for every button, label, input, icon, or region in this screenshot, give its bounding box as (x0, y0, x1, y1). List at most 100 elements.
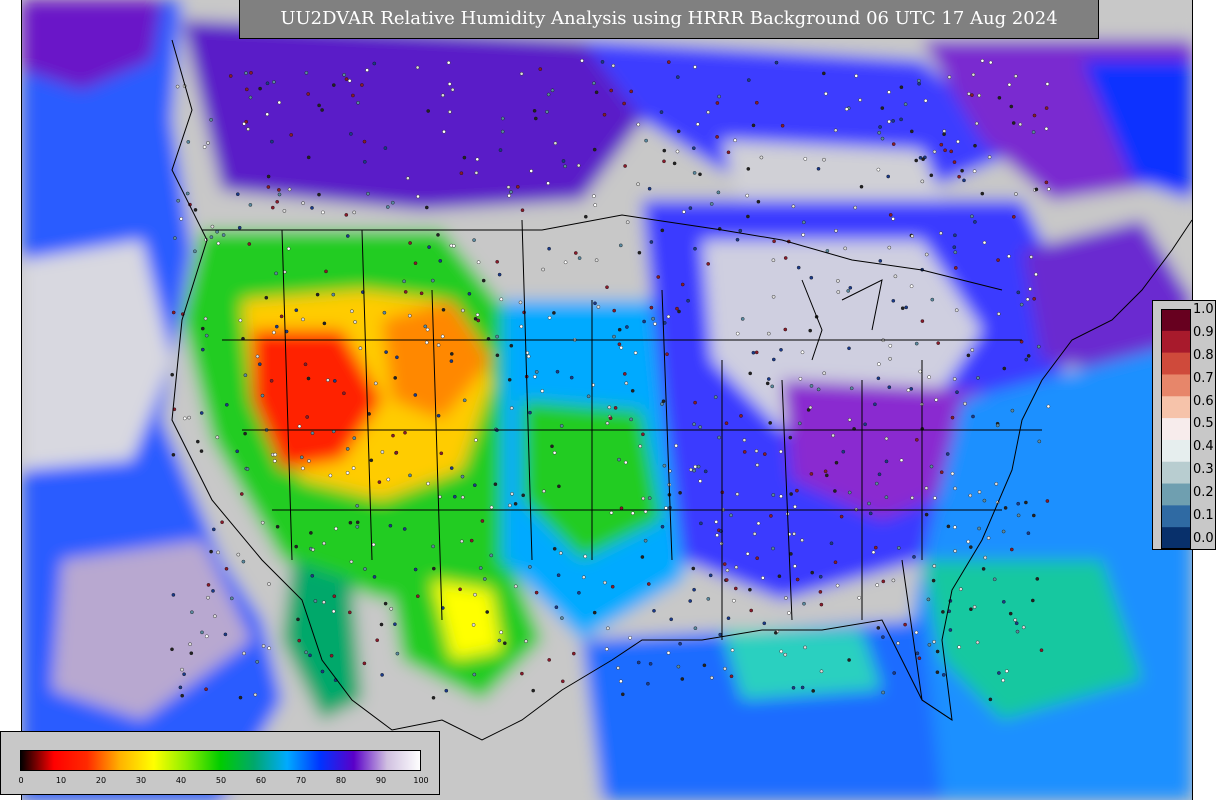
station-dot (242, 651, 246, 656)
station-dot (746, 167, 751, 171)
station-dot (482, 577, 487, 581)
station-dot (476, 260, 481, 265)
station-dot (200, 326, 205, 331)
station-dot (436, 413, 441, 418)
station-dot (915, 651, 920, 656)
station-dot (322, 321, 327, 326)
station-dot (611, 63, 616, 68)
station-dot (749, 608, 754, 613)
station-dot (761, 576, 765, 580)
station-dot (431, 544, 435, 549)
station-dot (317, 192, 321, 197)
station-dot (713, 395, 718, 399)
station-dot (560, 616, 564, 620)
station-dot (996, 258, 1000, 262)
station-dot (266, 185, 271, 189)
station-dot (577, 591, 581, 595)
station-dot (950, 471, 955, 476)
station-dot (394, 450, 399, 455)
station-dot (888, 343, 893, 348)
station-dot (188, 642, 192, 647)
station-dot (899, 458, 904, 463)
station-dot (264, 295, 269, 300)
station-dot (1037, 344, 1041, 349)
station-dot (625, 220, 630, 224)
colorbar-label-1-0: 1.0 (1193, 302, 1214, 317)
station-dot (980, 59, 985, 63)
station-dot (248, 203, 253, 207)
station-dot (386, 477, 391, 482)
colorbar-label-0-9: 0.9 (1193, 325, 1214, 340)
station-dot (395, 355, 399, 360)
station-dot (260, 393, 265, 398)
station-dot (1016, 501, 1021, 506)
station-dot (941, 673, 946, 677)
station-dot (686, 298, 690, 303)
station-dot (1012, 214, 1016, 219)
station-dot (833, 489, 837, 493)
station-dot (780, 123, 785, 128)
station-dot (513, 501, 518, 506)
station-dot (352, 436, 357, 440)
station-dot (768, 421, 773, 425)
station-dot (891, 119, 895, 123)
station-dot (941, 610, 945, 614)
station-dot (917, 656, 922, 661)
station-dot (189, 651, 194, 656)
station-dot (204, 634, 209, 639)
station-dot (187, 415, 191, 420)
station-dot (329, 653, 334, 658)
station-dot (742, 450, 747, 454)
station-dot (798, 376, 803, 381)
station-dot (834, 228, 838, 233)
station-dot (756, 199, 761, 204)
station-dot (876, 167, 881, 172)
station-dot (286, 246, 291, 251)
station-dot (688, 599, 693, 603)
station-dot (709, 202, 714, 206)
station-dot (495, 353, 500, 358)
station-dot (306, 376, 311, 381)
station-dot (888, 213, 893, 217)
station-dot (729, 513, 733, 518)
station-dot (1010, 408, 1015, 413)
station-dot (345, 471, 350, 475)
station-dot (176, 198, 180, 203)
station-dot (893, 274, 898, 279)
station-dot (647, 582, 651, 586)
station-dot (332, 594, 337, 599)
station-dot (460, 495, 465, 500)
station-dot (593, 301, 597, 306)
station-dot (920, 179, 925, 184)
station-dot (424, 340, 429, 345)
station-dot (220, 520, 224, 525)
station-dot (877, 472, 882, 477)
station-dot (261, 644, 266, 648)
station-dot (887, 119, 891, 124)
station-dot (676, 129, 681, 134)
station-dot (800, 685, 805, 690)
station-dot (202, 145, 207, 149)
station-dot (431, 696, 436, 700)
station-dot (526, 354, 531, 359)
station-dot (651, 316, 655, 321)
station-dot (383, 146, 388, 150)
station-dot (382, 310, 387, 315)
station-dot (881, 690, 885, 695)
station-dot (402, 279, 406, 284)
station-dot (1015, 629, 1020, 634)
station-dot (621, 692, 625, 697)
station-dot (472, 238, 476, 242)
station-dot (953, 486, 957, 491)
station-dot (216, 241, 221, 246)
station-dot (818, 590, 823, 594)
station-dot (691, 566, 696, 571)
station-dot (193, 249, 197, 254)
station-dot (751, 123, 756, 128)
station-dot (891, 142, 896, 146)
colorbar-swatch (1161, 330, 1191, 354)
station-dot (459, 539, 464, 544)
station-dot (528, 410, 532, 415)
station-dot (229, 596, 234, 601)
station-dot (957, 174, 961, 179)
